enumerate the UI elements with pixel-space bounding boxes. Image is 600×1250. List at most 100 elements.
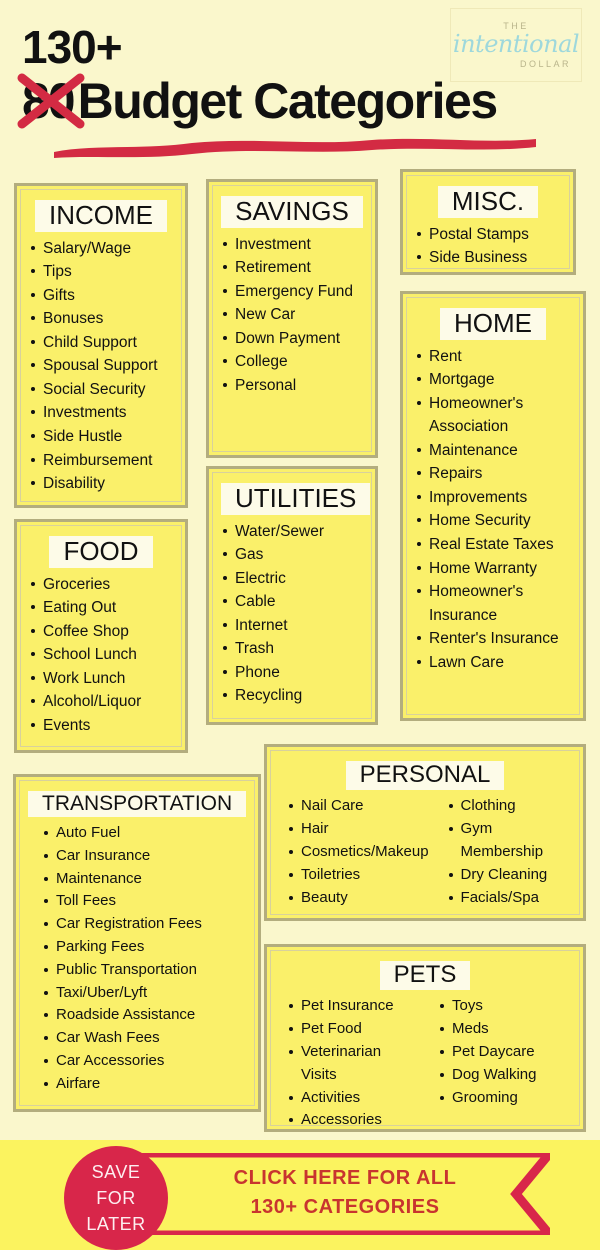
list-item: New Car bbox=[221, 303, 363, 327]
list-item: Gas bbox=[221, 543, 363, 567]
cta-banner-text[interactable]: CLICK HERE FOR ALL 130+ CATEGORIES bbox=[160, 1164, 530, 1222]
category-card-home: HOME Rent Mortgage Homeowner's Associati… bbox=[400, 291, 586, 721]
list-item: Airfare bbox=[42, 1073, 246, 1096]
card-title: TRANSPORTATION bbox=[28, 791, 247, 818]
list-item: Spousal Support bbox=[29, 354, 173, 378]
list-item: Recycling bbox=[221, 684, 363, 708]
category-list-food: Groceries Eating Out Coffee Shop School … bbox=[29, 573, 173, 738]
category-list-home: Rent Mortgage Homeowner's Association Ma… bbox=[415, 345, 571, 675]
card-title: PERSONAL bbox=[279, 761, 571, 791]
list-item: Side Business bbox=[415, 246, 561, 270]
card-title-text: MISC. bbox=[437, 186, 539, 218]
brand-logo: THE intentional DOLLAR bbox=[450, 8, 582, 82]
list-item: Personal bbox=[221, 374, 363, 398]
card-inner: PETS Pet Insurance Pet Food Veterinarian… bbox=[270, 950, 580, 1128]
card-title: HOME bbox=[415, 308, 571, 340]
category-card-income: INCOME Salary/Wage Tips Gifts Bonuses Ch… bbox=[14, 183, 188, 508]
list-item: Veterinarian Visits bbox=[287, 1041, 420, 1087]
list-item: Real Estate Taxes bbox=[415, 533, 571, 557]
list-item: Maintenance bbox=[415, 439, 571, 463]
card-title-text: TRANSPORTATION bbox=[28, 791, 247, 818]
list-item: Pet Food bbox=[287, 1018, 420, 1041]
card-title-text: FOOD bbox=[49, 536, 153, 568]
logo-word-text: intentional bbox=[452, 30, 580, 59]
category-count: 130+ bbox=[22, 21, 123, 73]
red-x-strike-icon bbox=[17, 73, 85, 129]
card-title-text: SAVINGS bbox=[221, 196, 363, 228]
list-item: Mortgage bbox=[415, 368, 571, 392]
list-item: Roadside Assistance bbox=[42, 1004, 246, 1027]
card-inner: FOOD Groceries Eating Out Coffee Shop Sc… bbox=[20, 525, 182, 747]
save-for-later-badge[interactable]: SAVE FOR LATER bbox=[64, 1146, 168, 1250]
list-item: Pet Insurance bbox=[287, 995, 420, 1018]
page-title: 80 Budget Categories bbox=[17, 73, 499, 129]
list-item: Gym Membership bbox=[447, 818, 571, 864]
card-title-text: PETS bbox=[379, 961, 471, 991]
category-card-misc: MISC. Postal Stamps Side Business bbox=[400, 169, 576, 275]
struck-out-count: 80 bbox=[17, 73, 85, 129]
list-item: Pet Daycare bbox=[438, 1041, 571, 1064]
list-item: Homeowner's Insurance bbox=[415, 580, 571, 627]
list-item: Clothing bbox=[447, 795, 571, 818]
two-column-list: Nail Care Hair Cosmetics/Makeup Toiletri… bbox=[279, 795, 571, 909]
list-item: Phone bbox=[221, 661, 363, 685]
list-item: Activities bbox=[287, 1087, 420, 1110]
card-inner: UTILITIES Water/Sewer Gas Electric Cable… bbox=[212, 472, 372, 719]
list-item: Taxi/Uber/Lyft bbox=[42, 982, 246, 1005]
save-badge-line2: FOR bbox=[96, 1187, 136, 1208]
category-card-food: FOOD Groceries Eating Out Coffee Shop Sc… bbox=[14, 519, 188, 753]
card-title: SAVINGS bbox=[221, 196, 363, 228]
category-list-utilities: Water/Sewer Gas Electric Cable Internet … bbox=[221, 520, 363, 708]
list-item: Toys bbox=[438, 995, 571, 1018]
list-item: Hair bbox=[287, 818, 429, 841]
card-title: PETS bbox=[279, 961, 571, 991]
save-badge-line1: SAVE bbox=[91, 1161, 141, 1182]
card-inner: SAVINGS Investment Retirement Emergency … bbox=[212, 185, 372, 452]
list-item: Dry Cleaning bbox=[447, 864, 571, 887]
category-list-savings: Investment Retirement Emergency Fund New… bbox=[221, 233, 363, 398]
list-item: Accessories bbox=[287, 1109, 420, 1132]
category-list-income: Salary/Wage Tips Gifts Bonuses Child Sup… bbox=[29, 237, 173, 496]
list-item: Home Security bbox=[415, 509, 571, 533]
list-item: Disability bbox=[29, 472, 173, 496]
card-title: MISC. bbox=[415, 186, 561, 218]
card-title: INCOME bbox=[29, 200, 173, 232]
red-brush-underline-icon bbox=[54, 138, 536, 158]
list-item: Internet bbox=[221, 614, 363, 638]
category-list-personal-left: Nail Care Hair Cosmetics/Makeup Toiletri… bbox=[287, 795, 429, 909]
list-item: Cosmetics/Makeup bbox=[287, 841, 429, 864]
list-item: College bbox=[221, 350, 363, 374]
list-item: Tips bbox=[29, 260, 173, 284]
list-item: Work Lunch bbox=[29, 667, 173, 691]
list-item: Salary/Wage bbox=[29, 237, 173, 261]
category-list-misc: Postal Stamps Side Business bbox=[415, 223, 561, 270]
card-title-text: PERSONAL bbox=[345, 761, 505, 791]
list-item: Nail Care bbox=[287, 795, 429, 818]
list-item: Alcohol/Liquor bbox=[29, 690, 173, 714]
list-item: Grooming bbox=[438, 1087, 571, 1110]
list-item: Trash bbox=[221, 637, 363, 661]
list-item: Investments bbox=[29, 401, 173, 425]
card-inner: INCOME Salary/Wage Tips Gifts Bonuses Ch… bbox=[20, 189, 182, 502]
list-item: Car Wash Fees bbox=[42, 1027, 246, 1050]
list-item: Beauty bbox=[287, 887, 429, 910]
list-item: Home Warranty bbox=[415, 557, 571, 581]
page-title-text: Budget Categories bbox=[77, 73, 499, 129]
card-title: UTILITIES bbox=[221, 483, 371, 515]
card-title-text: HOME bbox=[440, 308, 546, 340]
list-item: Renter's Insurance bbox=[415, 627, 571, 651]
list-item: Groceries bbox=[29, 573, 173, 597]
list-item: Lawn Care bbox=[415, 651, 571, 675]
list-item: Social Security bbox=[29, 378, 173, 402]
list-item: Repairs bbox=[415, 462, 571, 486]
category-list-pets-left: Pet Insurance Pet Food Veterinarian Visi… bbox=[287, 995, 420, 1132]
list-item: Reimbursement bbox=[29, 449, 173, 473]
list-item: Cable bbox=[221, 590, 363, 614]
category-list-personal-right: Clothing Gym Membership Dry Cleaning Fac… bbox=[447, 795, 571, 909]
card-inner: MISC. Postal Stamps Side Business bbox=[406, 175, 570, 269]
category-card-transportation: TRANSPORTATION Auto Fuel Car Insurance M… bbox=[13, 774, 261, 1112]
list-item: Retirement bbox=[221, 256, 363, 280]
card-title: FOOD bbox=[29, 536, 173, 568]
list-item: Homeowner's Association bbox=[415, 392, 571, 439]
list-item: Eating Out bbox=[29, 596, 173, 620]
